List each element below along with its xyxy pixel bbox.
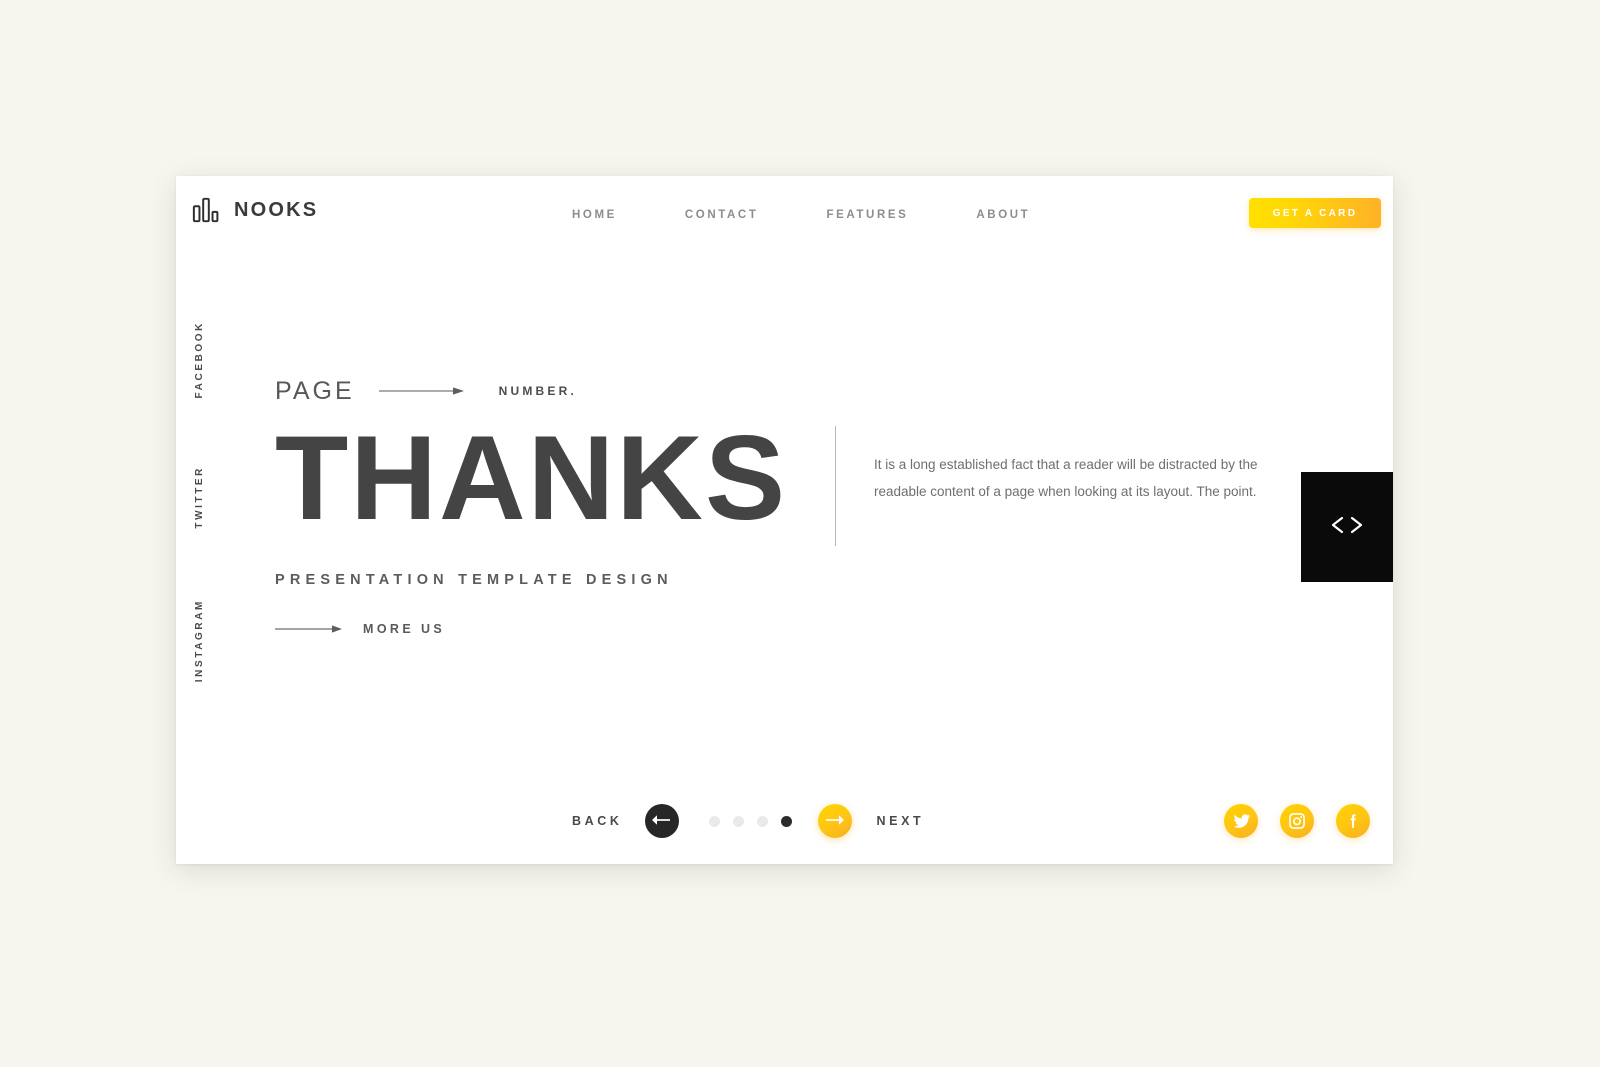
get-a-card-button[interactable]: GET A CARD (1249, 198, 1381, 228)
back-label[interactable]: BACK (572, 814, 623, 828)
next-slide-button[interactable] (817, 804, 852, 838)
rail-item-facebook[interactable]: FACEBOOK (194, 321, 226, 398)
eyebrow-number-label: NUMBER. (498, 384, 578, 398)
slide-dot-2[interactable] (732, 815, 744, 827)
eyebrow-page-label: PAGE (275, 376, 355, 405)
rail-label-twitter: TWITTER (194, 466, 205, 529)
twitter-button[interactable] (1224, 804, 1258, 838)
code-badge[interactable] (1301, 472, 1393, 582)
vertical-social-rail: FACEBOOK TWITTER INSTAGRAM (194, 321, 226, 721)
nav-link-contact[interactable]: CONTACT (685, 205, 759, 225)
subtitle: PRESENTATION TEMPLATE DESIGN (275, 572, 673, 588)
code-brackets-icon (1330, 513, 1364, 542)
vertical-divider (835, 426, 836, 546)
rail-item-instagram[interactable]: INSTAGRAM (194, 599, 226, 682)
instagram-button[interactable] (1280, 804, 1314, 838)
site-header: NOOKS HOME CONTACT FEATURES ABOUT GET A … (176, 176, 1393, 254)
prev-slide-button[interactable] (644, 804, 679, 838)
slide-dot-3[interactable] (756, 815, 768, 827)
brand-name: NOOKS (234, 199, 319, 221)
slide-dot-1[interactable] (708, 815, 720, 827)
arrow-right-icon (825, 814, 845, 829)
eyebrow-row: PAGE NUMBER. (275, 376, 1355, 406)
more-us-label: MORE US (363, 622, 446, 636)
facebook-icon (1344, 812, 1362, 830)
slide-dot-4[interactable] (780, 815, 792, 827)
page-title: THANKS (275, 411, 787, 545)
next-label[interactable]: NEXT (877, 814, 925, 828)
nav-link-about[interactable]: ABOUT (976, 205, 1030, 225)
facebook-button[interactable] (1336, 804, 1370, 838)
arrow-left-icon (652, 814, 671, 829)
bar-chart-logo-icon (192, 196, 220, 224)
nav-link-home[interactable]: HOME (572, 205, 617, 225)
main-nav: HOME CONTACT FEATURES ABOUT (572, 205, 1030, 225)
twitter-icon (1232, 812, 1251, 831)
headline-row: THANKS It is a long established fact tha… (275, 418, 1355, 546)
presentation-slide-card: NOOKS HOME CONTACT FEATURES ABOUT GET A … (176, 176, 1393, 864)
more-us-link[interactable]: MORE US (275, 622, 475, 636)
description-paragraph: It is a long established fact that a rea… (874, 457, 1258, 499)
brand-logo[interactable]: NOOKS (192, 196, 318, 224)
more-us-arrow-icon (275, 624, 343, 634)
slide-dots (708, 815, 792, 827)
nav-link-features[interactable]: FEATURES (826, 205, 908, 225)
social-buttons (1224, 804, 1370, 838)
rail-label-facebook: FACEBOOK (194, 321, 205, 399)
rail-label-instagram: INSTAGRAM (194, 599, 205, 683)
rail-item-twitter[interactable]: TWITTER (194, 466, 226, 529)
instagram-icon (1288, 812, 1306, 830)
slide-content: PAGE NUMBER. THANKS It is a long establi… (275, 376, 1355, 636)
eyebrow-arrow-icon (378, 386, 465, 396)
slider-controls: BACK NEXT (572, 804, 924, 838)
